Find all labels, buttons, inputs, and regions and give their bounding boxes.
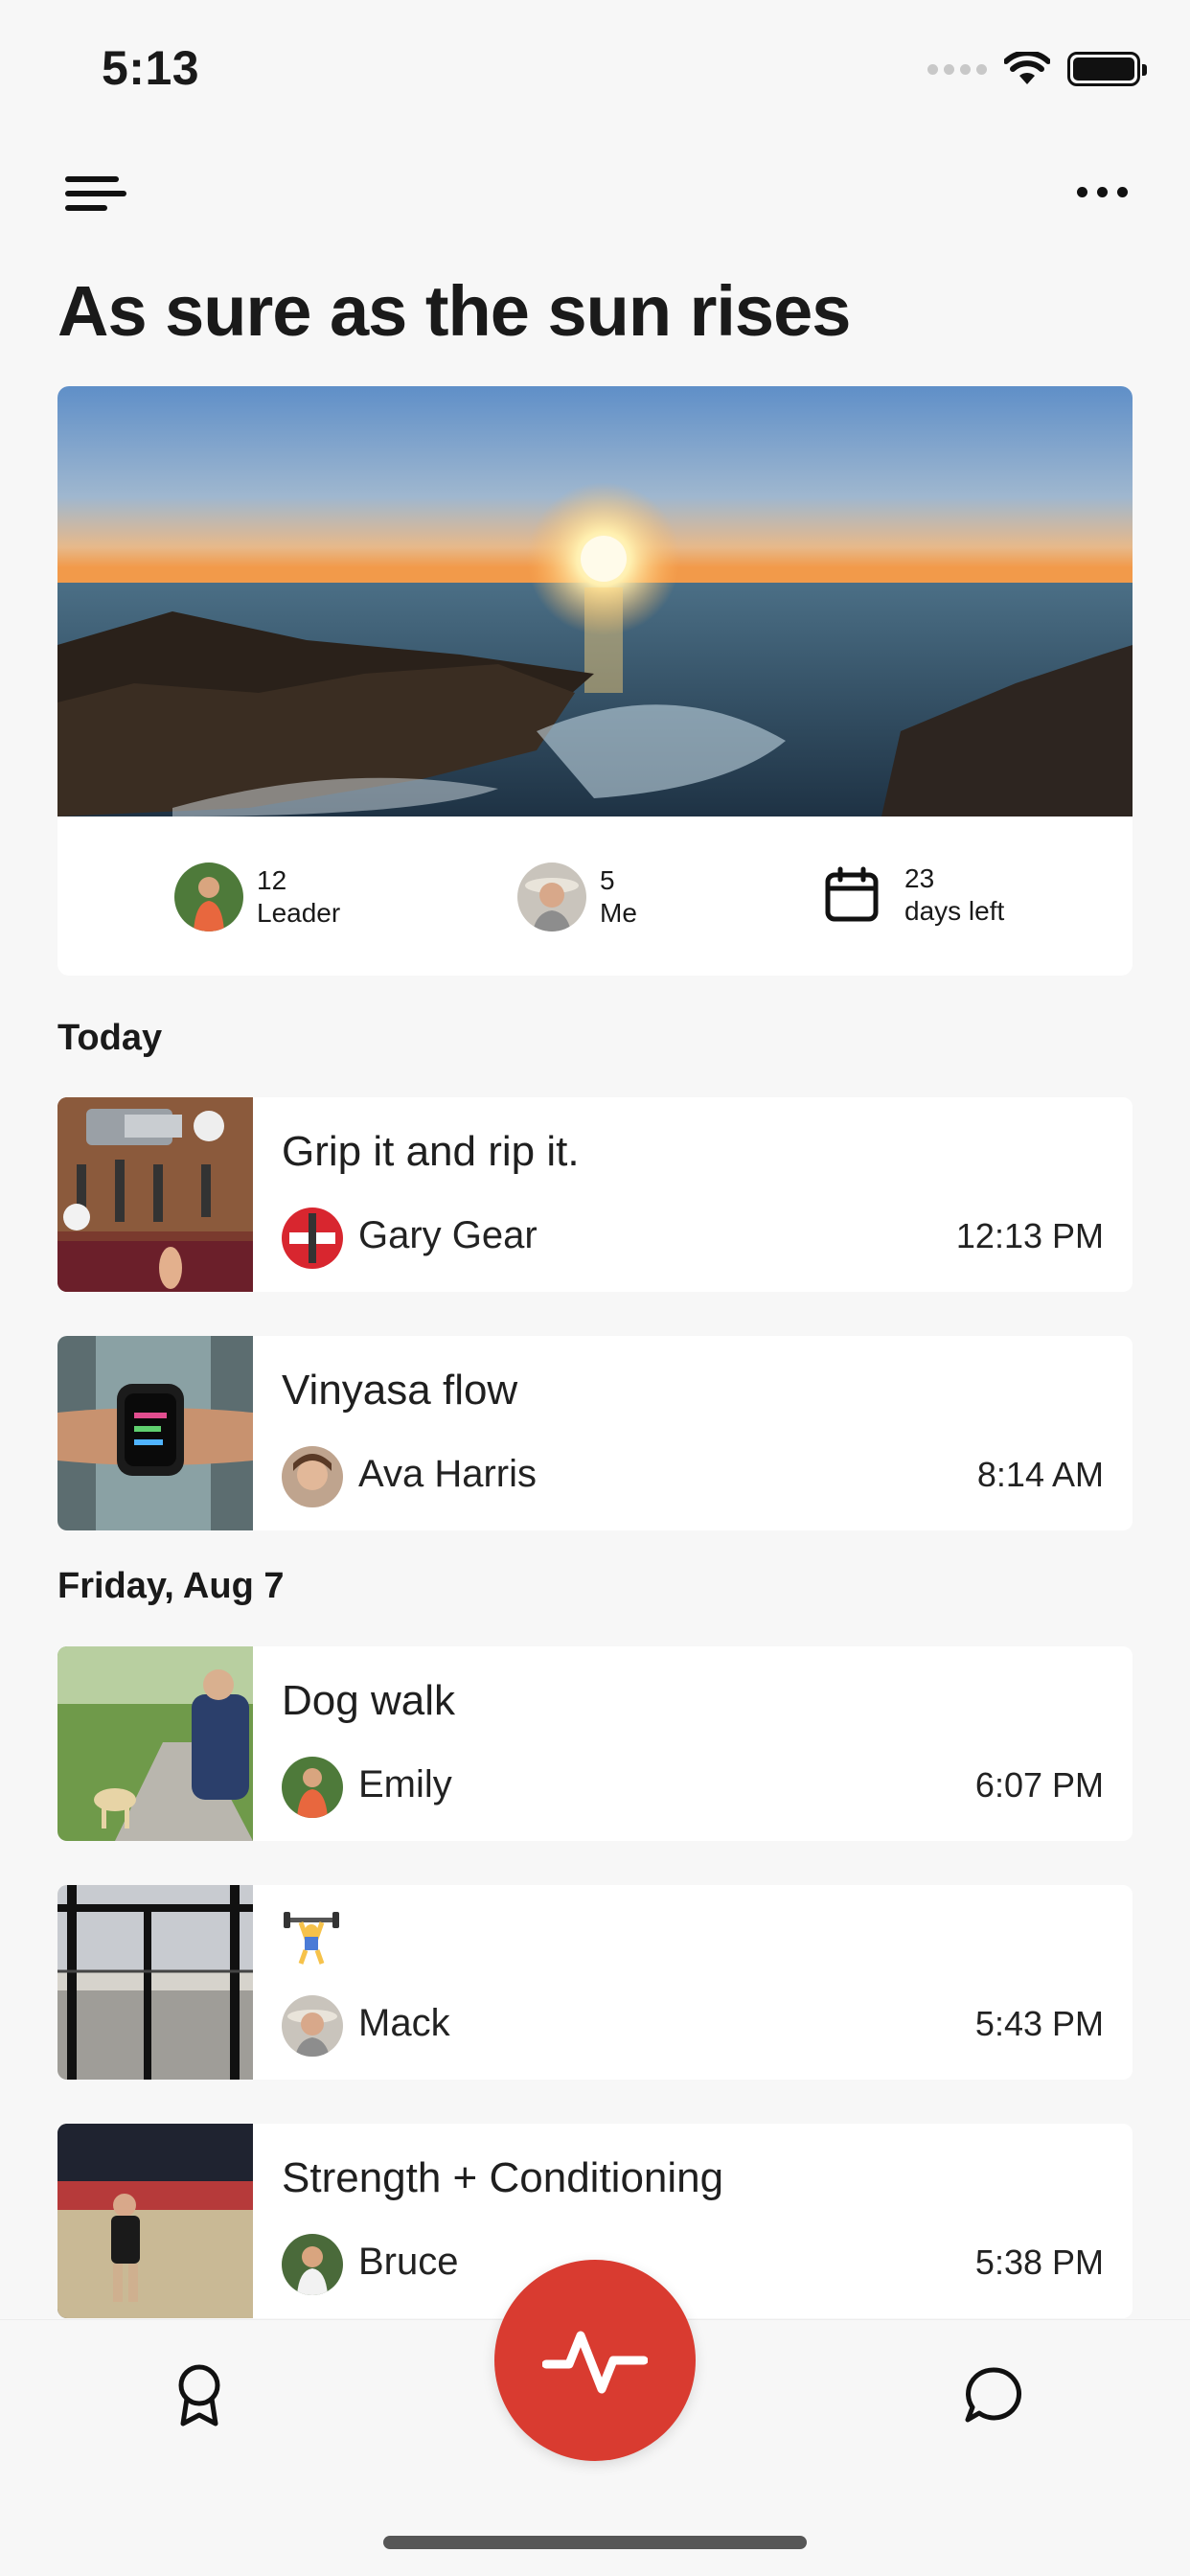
top-bar — [0, 153, 1190, 230]
battery-icon — [1067, 52, 1147, 86]
user-avatar — [282, 1208, 343, 1269]
user-avatar — [282, 1446, 343, 1507]
wifi-icon — [1004, 52, 1050, 84]
menu-button[interactable] — [57, 163, 134, 220]
activity-photo — [57, 1646, 253, 1841]
cellular-signal-icon — [927, 63, 987, 75]
activity-item[interactable]: Vinyasa flow Ava Harris 8:14 AM — [57, 1336, 1133, 1530]
activity-item[interactable]: Grip it and rip it. Gary Gear 12:13 PM — [57, 1097, 1133, 1292]
calendar-icon — [825, 866, 879, 922]
days-left-value: 23 — [904, 863, 935, 893]
leader-score: 12 — [257, 865, 287, 895]
log-activity-button[interactable] — [494, 2260, 696, 2461]
home-indicator — [383, 2536, 807, 2549]
chat-bubble-icon[interactable] — [962, 2364, 1023, 2426]
days-left-stat: 23 days left — [822, 862, 1004, 928]
activity-time: 12:13 PM — [955, 1216, 1104, 1255]
activity-title: Dog walk — [282, 1677, 455, 1724]
leader-label: Leader — [257, 898, 341, 928]
activity-title: Strength + Conditioning — [282, 2154, 724, 2201]
leader-avatar — [174, 862, 243, 932]
challenge-card[interactable]: 12 Leader 5 Me 23 days left — [57, 386, 1133, 976]
activity-user: Emily — [358, 1763, 452, 1806]
activity-title: Grip it and rip it. — [282, 1128, 580, 1175]
status-bar: 5:13 — [0, 0, 1190, 134]
weightlifter-icon — [284, 1912, 339, 1965]
activity-photo — [57, 1097, 253, 1292]
days-left-label: days left — [904, 896, 1005, 926]
user-avatar — [282, 1757, 343, 1818]
user-avatar — [282, 1995, 343, 2057]
challenge-stats: 12 Leader 5 Me 23 days left — [57, 816, 1133, 976]
activity-time: 8:14 AM — [976, 1455, 1104, 1494]
activity-photo — [57, 2124, 253, 2318]
leader-stat[interactable]: 12 Leader — [174, 862, 340, 932]
my-avatar — [517, 862, 586, 932]
activity-user: Ava Harris — [358, 1453, 537, 1495]
activity-photo — [57, 1885, 253, 2080]
page-title: As sure as the sun rises — [57, 271, 851, 351]
activity-time: 5:43 PM — [974, 2004, 1104, 2043]
activity-user: Gary Gear — [358, 1214, 538, 1256]
activity-photo — [57, 1336, 253, 1530]
user-avatar — [282, 2234, 343, 2295]
activity-title: Vinyasa flow — [282, 1367, 518, 1414]
challenge-cover-image — [57, 386, 1133, 816]
status-icons — [927, 52, 1147, 86]
status-time: 5:13 — [102, 41, 200, 95]
award-icon[interactable] — [172, 2362, 226, 2429]
activity-user: Bruce — [358, 2241, 459, 2283]
section-title-today: Today — [57, 1018, 163, 1058]
section-title-friday: Friday, Aug 7 — [57, 1566, 285, 1606]
activity-item[interactable]: Mack 5:43 PM — [57, 1885, 1133, 2080]
activity-user: Mack — [358, 2002, 450, 2044]
my-stat[interactable]: 5 Me — [517, 862, 637, 932]
activity-pulse-icon — [542, 2331, 648, 2394]
activity-time: 5:38 PM — [974, 2242, 1104, 2282]
more-options-button[interactable] — [1064, 163, 1140, 220]
activity-time: 6:07 PM — [974, 1765, 1104, 1805]
my-label: Me — [600, 898, 637, 928]
activity-item[interactable]: Dog walk Emily 6:07 PM — [57, 1646, 1133, 1841]
my-score: 5 — [600, 865, 615, 895]
